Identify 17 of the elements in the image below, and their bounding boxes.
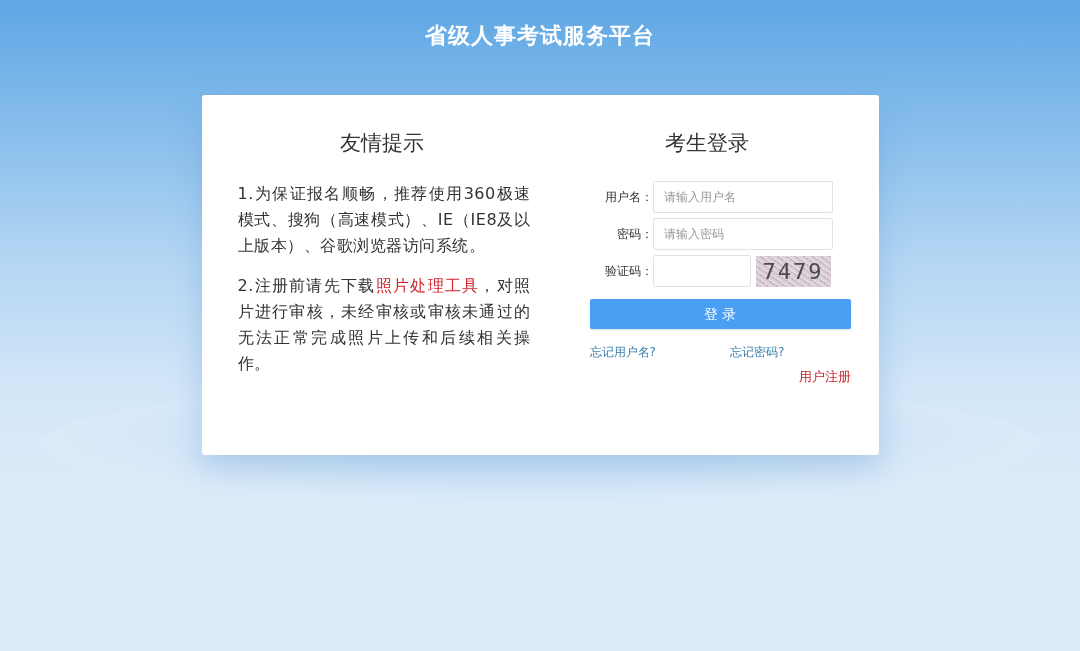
register-link[interactable]: 用户注册: [798, 369, 851, 385]
field-label: 密码：: [615, 226, 653, 243]
login-title: 考生登录: [663, 130, 750, 157]
login-button[interactable]: 登 录: [589, 299, 851, 329]
field-label: 验证码：: [603, 263, 653, 280]
notice-paragraph: 2.注册前请先下载 照片处理工具，对照片进行审核，未经审核或审核未通过的无法正常完成照片上传和后续相关操作。: [237, 275, 531, 375]
username-field[interactable]: 请输入用户名: [652, 181, 833, 213]
page-title: 省级人事考试服务平台: [425, 22, 655, 50]
captcha-field[interactable]: [652, 255, 751, 287]
forgot-link[interactable]: 忘记密码?: [729, 344, 785, 360]
forgot-link[interactable]: 忘记用户名?: [589, 344, 656, 360]
notice-title: 友情提示: [339, 130, 424, 157]
field-label: 用户名：: [603, 189, 653, 206]
notice-paragraph: 1.为保证报名顺畅，推荐使用360极速模式、搜狗（高速模式）、IE（IE8及以上版本）、谷歌浏览器访问系统。: [237, 183, 531, 257]
captcha-image[interactable]: 7479: [755, 255, 831, 287]
photo-tool-link[interactable]: 照片处理工具: [375, 276, 480, 295]
password-field[interactable]: 请输入密码: [652, 218, 833, 250]
